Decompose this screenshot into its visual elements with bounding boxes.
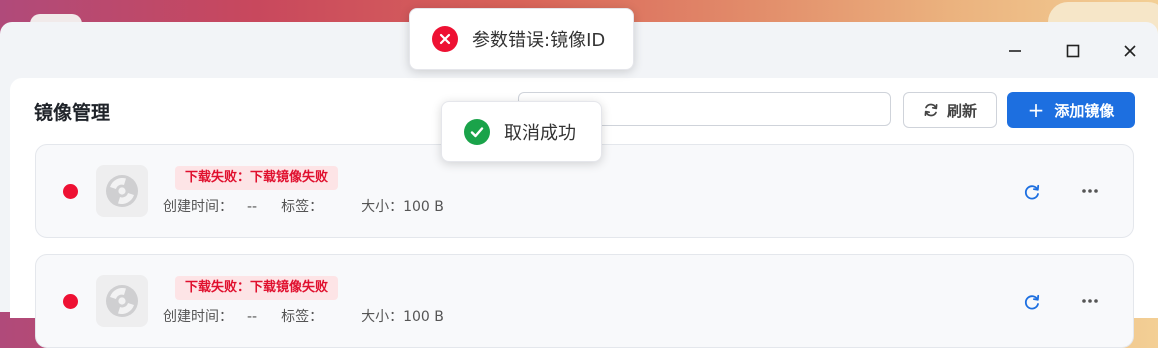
more-actions-button[interactable] <box>1077 290 1103 312</box>
refresh-icon <box>924 103 938 117</box>
success-toast: 取消成功 <box>441 101 602 162</box>
error-toast-message: 参数错误:镜像ID <box>472 30 606 51</box>
status-badge: 下载失败：下载镜像失败 <box>175 276 339 300</box>
disk-icon <box>106 175 138 207</box>
refresh-icon <box>1024 294 1040 310</box>
size-label: 大小： <box>361 309 404 325</box>
disk-icon <box>106 285 138 317</box>
minimize-button[interactable] <box>1002 38 1028 64</box>
more-actions-button[interactable] <box>1077 180 1103 202</box>
image-card: 下载失败：下载镜像失败 创建时间： -- 标签： 大小：100 B <box>35 254 1134 348</box>
refresh-icon <box>1024 184 1040 200</box>
image-meta: 创建时间： -- 标签： 大小：100 B <box>163 306 458 326</box>
created-value: -- <box>247 199 258 215</box>
tags-label: 标签： <box>281 309 324 325</box>
more-icon <box>1082 189 1098 193</box>
retry-button[interactable] <box>1022 182 1042 202</box>
refresh-button[interactable]: 刷新 <box>903 92 997 128</box>
error-icon <box>432 26 458 52</box>
page-title: 镜像管理 <box>34 102 111 124</box>
maximize-icon <box>1066 44 1080 58</box>
created-value: -- <box>247 309 258 325</box>
close-icon <box>1124 45 1136 57</box>
created-label: 创建时间： <box>163 199 233 215</box>
minimize-icon <box>1009 50 1021 52</box>
image-thumbnail <box>96 275 148 327</box>
image-meta: 创建时间： -- 标签： 大小：100 B <box>163 196 458 216</box>
status-dot <box>63 184 78 199</box>
status-badge: 下载失败：下载镜像失败 <box>175 166 339 190</box>
retry-button[interactable] <box>1022 292 1042 312</box>
more-icon <box>1082 299 1098 303</box>
refresh-button-label: 刷新 <box>946 101 977 120</box>
error-toast: 参数错误:镜像ID <box>409 8 634 70</box>
size-label: 大小： <box>361 199 404 215</box>
close-button[interactable] <box>1117 38 1143 64</box>
plus-icon: + <box>1027 98 1045 122</box>
tags-label: 标签： <box>281 199 324 215</box>
add-image-button-label: 添加镜像 <box>1054 101 1115 120</box>
add-image-button[interactable]: + 添加镜像 <box>1007 92 1135 128</box>
maximize-button[interactable] <box>1060 38 1086 64</box>
size-value: 100 B <box>403 309 444 325</box>
success-toast-message: 取消成功 <box>504 122 576 144</box>
size-value: 100 B <box>403 199 444 215</box>
check-icon <box>464 118 490 145</box>
image-thumbnail <box>96 165 148 217</box>
created-label: 创建时间： <box>163 309 233 325</box>
